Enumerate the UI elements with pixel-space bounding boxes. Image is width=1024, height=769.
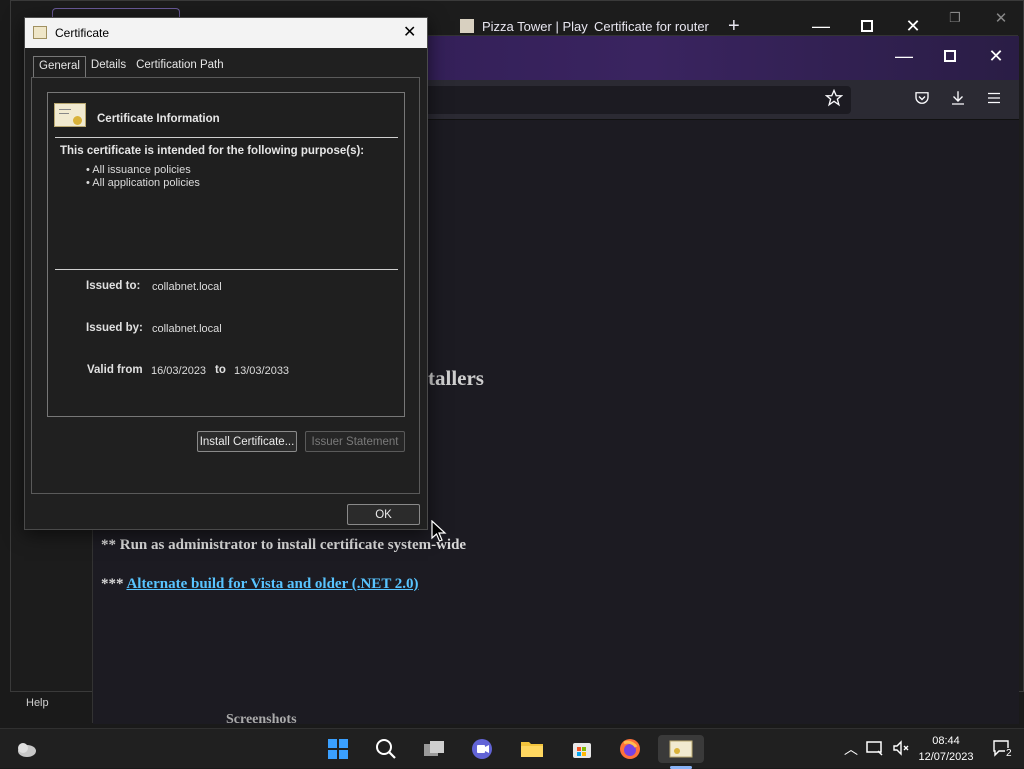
- page-heading-fragment: tallers: [428, 366, 484, 390]
- certificate-badge-icon: [54, 103, 86, 127]
- valid-to-value: 13/03/2033: [234, 365, 290, 377]
- tab-certificate-router[interactable]: Certificate for router: [594, 8, 709, 44]
- certificate-info-box: Certificate Information This certificate…: [47, 92, 405, 417]
- install-certificate-button[interactable]: Install Certificate...: [197, 431, 297, 452]
- bookmark-star-icon[interactable]: [824, 88, 844, 112]
- purpose-heading: This certificate is intended for the fol…: [60, 145, 365, 157]
- issued-by-value: collabnet.local: [152, 323, 222, 335]
- volume-muted-icon[interactable]: [892, 739, 910, 762]
- restore-icon[interactable]: ❐: [932, 0, 978, 36]
- issued-to-value: collabnet.local: [152, 281, 222, 293]
- new-tab-button[interactable]: +: [728, 8, 740, 44]
- outer-maximize-icon[interactable]: [844, 8, 890, 44]
- alternate-build-line: *** Alternate build for Vista and older …: [101, 576, 419, 593]
- certificate-icon: [33, 26, 47, 39]
- clock-time: 08:44: [932, 735, 960, 747]
- dialog-body: General Details Certification Path Certi…: [25, 48, 427, 529]
- search-icon[interactable]: [366, 735, 406, 763]
- tab-general[interactable]: General: [33, 56, 86, 77]
- mouse-cursor-icon: [431, 519, 447, 547]
- task-view-icon[interactable]: [414, 735, 454, 763]
- tab-pizza-tower[interactable]: Pizza Tower | Play: [460, 8, 588, 44]
- dialog-close-icon[interactable]: ✕: [403, 22, 416, 42]
- divider-bottom: [55, 269, 398, 270]
- pizza-tower-favicon-icon: [460, 19, 474, 33]
- certificate-dialog: Certificate ✕ General Details Certificat…: [24, 17, 428, 530]
- notification-badge: 2: [1005, 748, 1013, 759]
- microsoft-store-icon[interactable]: [562, 735, 602, 763]
- help-menu-label[interactable]: Help: [26, 697, 49, 709]
- chevron-up-icon[interactable]: ︿: [844, 739, 858, 759]
- valid-to-label: to: [215, 364, 226, 376]
- general-tab-panel: Certificate Information This certificate…: [31, 77, 420, 494]
- firefox-icon[interactable]: [610, 735, 650, 763]
- ok-button[interactable]: OK: [347, 504, 420, 525]
- valid-from-label: Valid from: [87, 364, 143, 376]
- hamburger-menu-icon[interactable]: [985, 89, 1003, 112]
- screenshots-heading: Screenshots: [226, 712, 297, 727]
- admin-note: ** Run as administrator to install certi…: [101, 537, 467, 553]
- pocket-icon[interactable]: [913, 89, 931, 112]
- valid-from-value: 16/03/2023: [151, 365, 207, 377]
- weather-icon[interactable]: [6, 735, 46, 763]
- file-explorer-icon[interactable]: [512, 735, 552, 763]
- divider-top: [55, 137, 398, 138]
- tab-certification-path[interactable]: Certification Path: [131, 56, 229, 77]
- far-close-icon[interactable]: ✕: [978, 0, 1024, 36]
- issuer-statement-button[interactable]: Issuer Statement: [305, 431, 405, 452]
- dialog-title: Certificate: [55, 26, 110, 40]
- purpose-item: • All issuance policies: [86, 164, 191, 176]
- start-windows-icon[interactable]: [318, 735, 358, 763]
- system-clock[interactable]: 08:44 12/07/2023: [914, 733, 978, 765]
- downloads-icon[interactable]: [949, 89, 967, 112]
- teams-chat-icon[interactable]: [462, 735, 502, 763]
- tab-details[interactable]: Details: [86, 56, 131, 77]
- certificate-taskbar-icon[interactable]: [658, 735, 704, 763]
- alternate-build-link[interactable]: Alternate build for Vista and older (.NE…: [126, 576, 418, 592]
- purpose-item: • All application policies: [86, 177, 200, 189]
- taskbar: ︿ 08:44 12/07/2023 2: [0, 728, 1024, 769]
- issued-by-label: Issued by:: [86, 322, 143, 334]
- close-icon[interactable]: ✕: [973, 38, 1019, 74]
- dialog-titlebar[interactable]: Certificate ✕: [25, 18, 427, 48]
- network-icon[interactable]: [866, 739, 884, 762]
- outer-close-icon[interactable]: ✕: [890, 8, 936, 44]
- dialog-tabs: General Details Certification Path: [33, 56, 229, 77]
- note-prefix: ***: [101, 576, 124, 592]
- clock-date: 12/07/2023: [918, 751, 974, 763]
- issued-to-label: Issued to:: [86, 280, 141, 292]
- address-bar[interactable]: [423, 86, 851, 114]
- outer-minimize-icon[interactable]: —: [798, 8, 844, 44]
- certificate-information-title: Certificate Information: [97, 113, 220, 125]
